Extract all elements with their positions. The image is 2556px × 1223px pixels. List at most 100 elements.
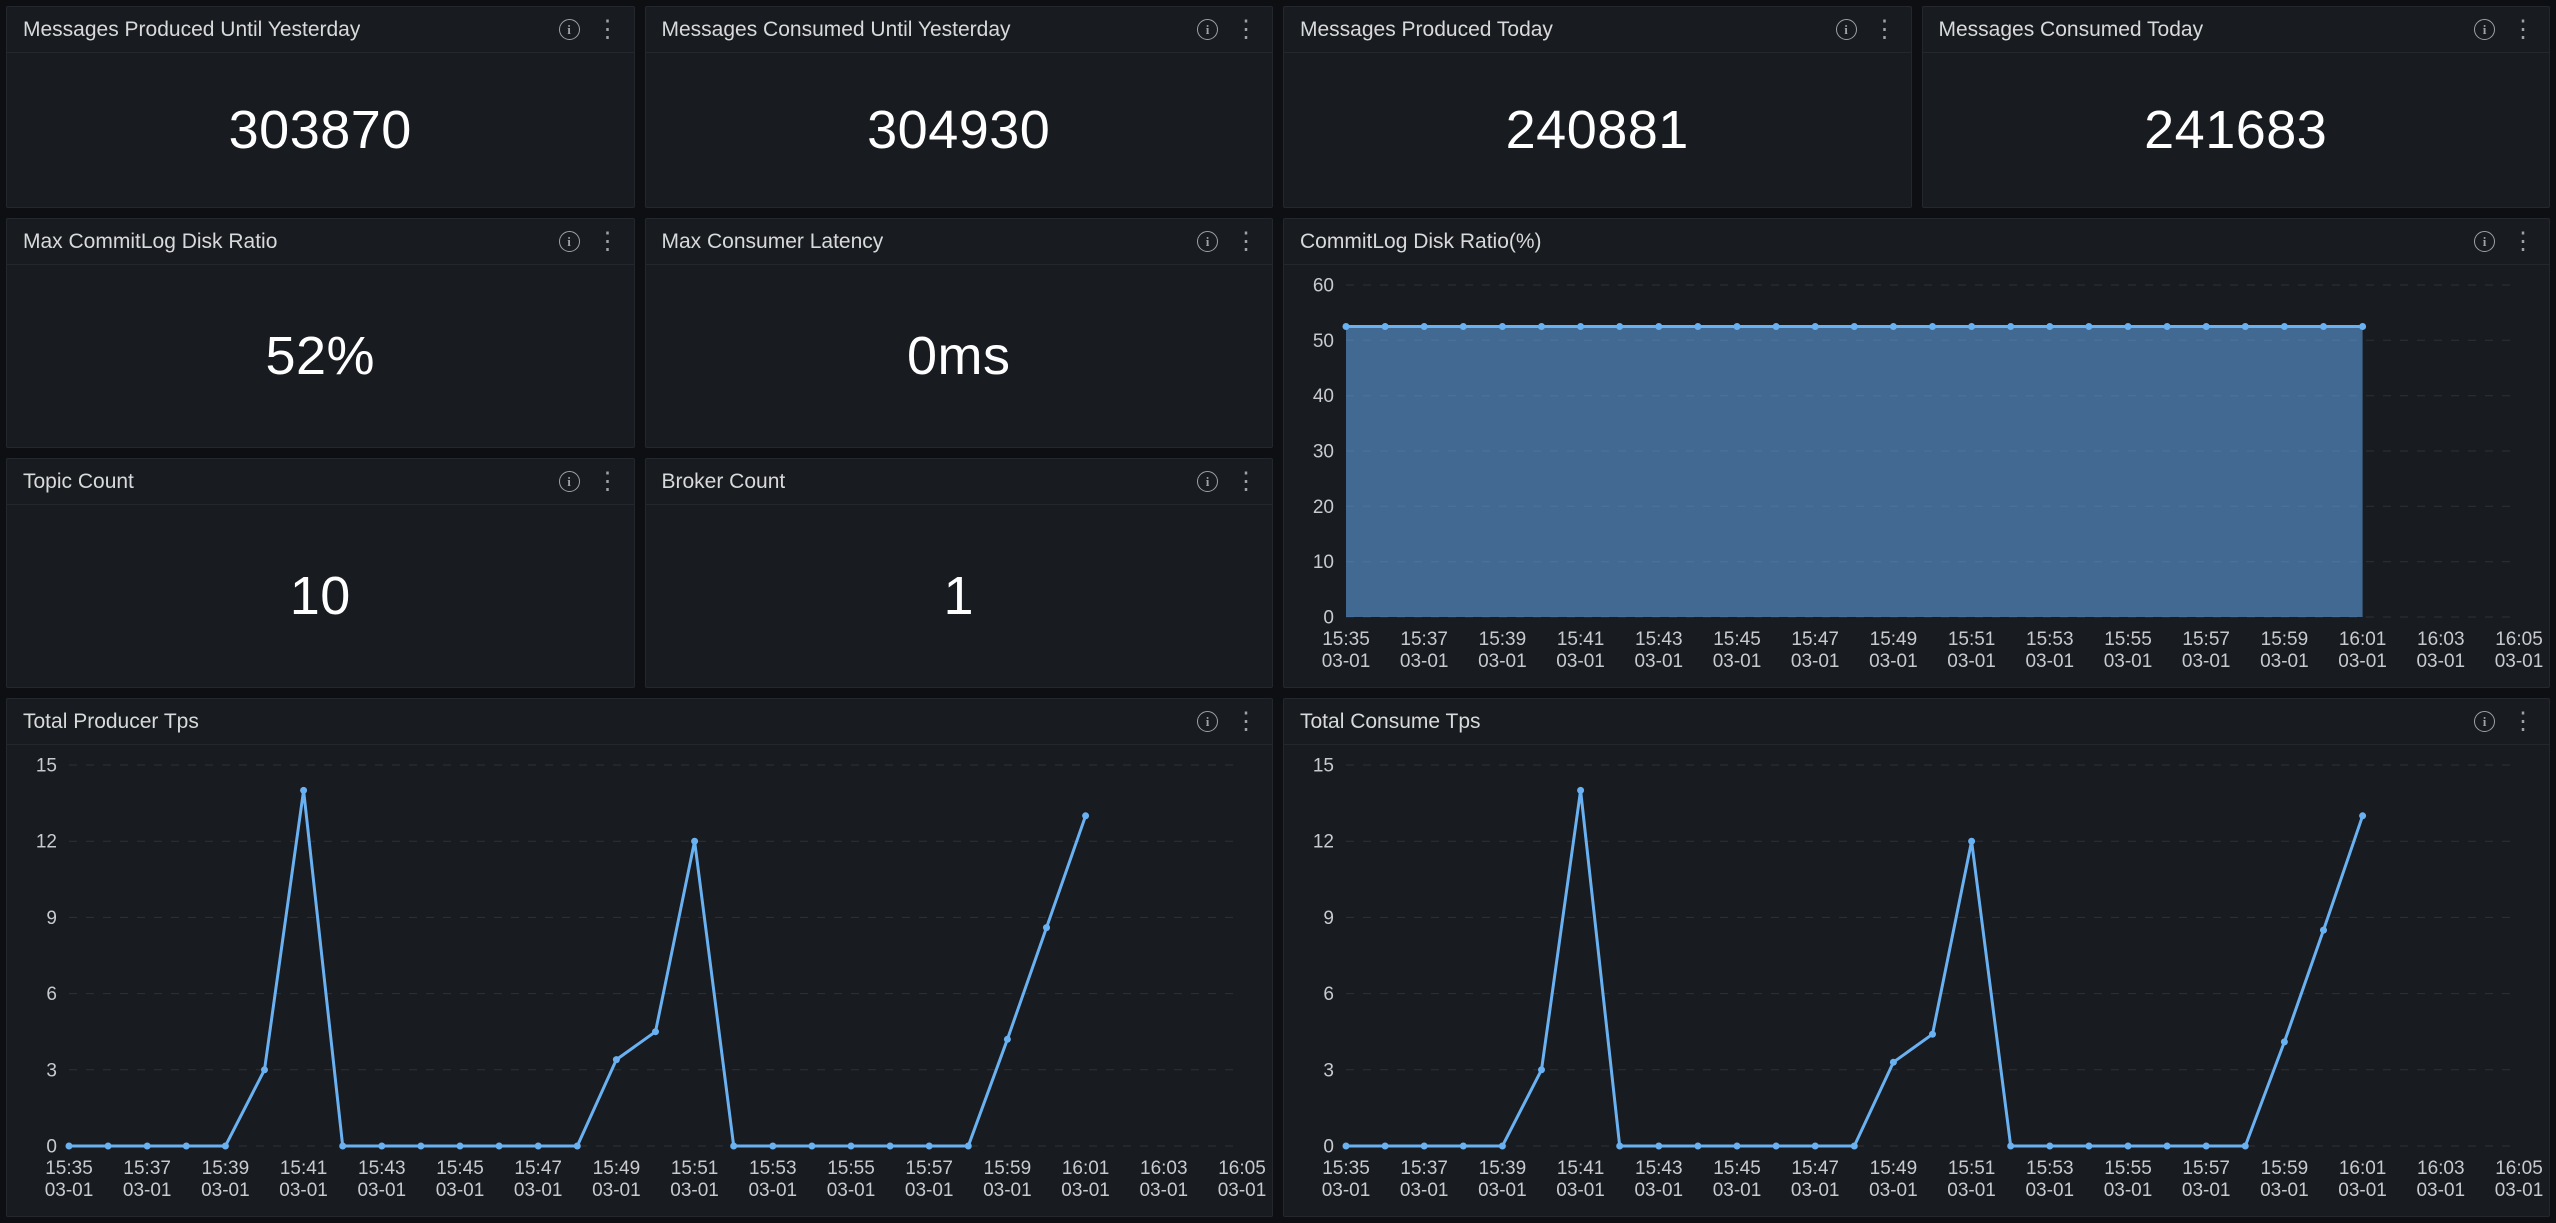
panel-menu-icon[interactable]: ⋮	[1873, 18, 1897, 42]
svg-text:16:0303-01: 16:0303-01	[2416, 1158, 2465, 1201]
panel-title[interactable]: Messages Produced Today	[1300, 18, 1553, 42]
total-consume-tps-chart[interactable]: 0369121515:3503-0115:3703-0115:3903-0115…	[1288, 747, 2545, 1212]
svg-text:15:4303-01: 15:4303-01	[357, 1158, 406, 1201]
svg-text:15: 15	[36, 756, 57, 777]
panel-title[interactable]: Broker Count	[662, 470, 786, 494]
svg-text:3: 3	[1323, 1060, 1334, 1081]
panel-menu-icon[interactable]: ⋮	[2511, 18, 2535, 42]
stat-panel-max-consumer-latency: Max Consumer Latency i ⋮ 0ms	[645, 218, 1274, 448]
svg-text:15:4103-01: 15:4103-01	[1556, 629, 1605, 672]
info-icon[interactable]: i	[1836, 19, 1857, 40]
svg-text:16:0303-01: 16:0303-01	[2416, 629, 2465, 672]
panel-menu-icon[interactable]: ⋮	[1234, 710, 1258, 734]
panel-header: Messages Produced Today i ⋮	[1284, 7, 1911, 53]
panel-menu-icon[interactable]: ⋮	[2511, 710, 2535, 734]
panel-title[interactable]: Max Consumer Latency	[662, 230, 884, 254]
chart-panel-commitlog-disk-ratio: CommitLog Disk Ratio(%) i ⋮ 010203040506…	[1283, 218, 2550, 688]
svg-text:40: 40	[1313, 386, 1334, 407]
info-icon[interactable]: i	[1197, 231, 1218, 252]
info-icon[interactable]: i	[2474, 19, 2495, 40]
svg-text:15:5503-01: 15:5503-01	[2104, 1158, 2153, 1201]
panel-header: CommitLog Disk Ratio(%) i ⋮	[1284, 219, 2549, 265]
panel-title[interactable]: Messages Consumed Until Yesterday	[662, 18, 1011, 42]
panel-title[interactable]: CommitLog Disk Ratio(%)	[1300, 230, 1542, 254]
panel-title[interactable]: Total Consume Tps	[1300, 710, 1481, 734]
svg-text:0: 0	[46, 1137, 57, 1158]
chart-body: 0369121515:3503-0115:3703-0115:3903-0115…	[7, 745, 1272, 1216]
panel-title[interactable]: Messages Consumed Today	[1939, 18, 2204, 42]
svg-text:30: 30	[1313, 442, 1334, 463]
panel-actions: i ⋮	[2474, 710, 2535, 734]
info-icon[interactable]: i	[1197, 711, 1218, 732]
panel-menu-icon[interactable]: ⋮	[1234, 230, 1258, 254]
panel-menu-icon[interactable]: ⋮	[596, 18, 620, 42]
svg-text:15:3503-01: 15:3503-01	[1322, 1158, 1371, 1201]
stat-value: 10	[290, 565, 351, 627]
svg-text:16:0103-01: 16:0103-01	[2338, 629, 2387, 672]
info-icon[interactable]: i	[1197, 19, 1218, 40]
svg-text:15:4303-01: 15:4303-01	[1634, 629, 1683, 672]
svg-text:15:4103-01: 15:4103-01	[1556, 1158, 1605, 1201]
panel-actions: i ⋮	[559, 470, 620, 494]
panel-header: Max Consumer Latency i ⋮	[646, 219, 1273, 265]
svg-text:15:4903-01: 15:4903-01	[1869, 629, 1918, 672]
info-icon[interactable]: i	[1197, 471, 1218, 492]
svg-text:15:5903-01: 15:5903-01	[2260, 629, 2309, 672]
panel-header: Messages Consumed Until Yesterday i ⋮	[646, 7, 1273, 53]
stat-value: 0ms	[907, 325, 1011, 387]
panel-title[interactable]: Max CommitLog Disk Ratio	[23, 230, 277, 254]
svg-text:15:3503-01: 15:3503-01	[45, 1158, 94, 1201]
svg-text:15:4703-01: 15:4703-01	[514, 1158, 563, 1201]
svg-text:15:3903-01: 15:3903-01	[1478, 1158, 1527, 1201]
info-icon[interactable]: i	[2474, 711, 2495, 732]
stat-panel-max-commitlog-disk-ratio: Max CommitLog Disk Ratio i ⋮ 52%	[6, 218, 635, 448]
svg-text:16:0503-01: 16:0503-01	[2495, 1158, 2544, 1201]
panel-header: Total Producer Tps i ⋮	[7, 699, 1272, 745]
metrics-dashboard: Messages Produced Until Yesterday i ⋮ 30…	[0, 0, 2556, 1223]
stat-body: 240881	[1284, 53, 1911, 207]
svg-text:15:4503-01: 15:4503-01	[1713, 629, 1762, 672]
stat-body: 241683	[1923, 53, 2550, 207]
chart-body: 010203040506015:3503-0115:3703-0115:3903…	[1284, 265, 2549, 687]
stat-body: 52%	[7, 265, 634, 447]
svg-text:6: 6	[1323, 984, 1334, 1005]
svg-text:0: 0	[1323, 608, 1334, 629]
stat-value: 303870	[229, 99, 412, 161]
svg-text:16:0103-01: 16:0103-01	[2338, 1158, 2387, 1201]
panel-menu-icon[interactable]: ⋮	[1234, 18, 1258, 42]
panel-actions: i ⋮	[1197, 470, 1258, 494]
svg-text:15:3703-01: 15:3703-01	[123, 1158, 172, 1201]
panel-title[interactable]: Topic Count	[23, 470, 134, 494]
panel-actions: i ⋮	[2474, 230, 2535, 254]
commitlog-disk-ratio-chart[interactable]: 010203040506015:3503-0115:3703-0115:3903…	[1288, 267, 2545, 683]
panel-title[interactable]: Total Producer Tps	[23, 710, 199, 734]
svg-text:15:4703-01: 15:4703-01	[1791, 629, 1840, 672]
panel-menu-icon[interactable]: ⋮	[2511, 230, 2535, 254]
panel-menu-icon[interactable]: ⋮	[1234, 470, 1258, 494]
info-icon[interactable]: i	[559, 19, 580, 40]
svg-text:15:3703-01: 15:3703-01	[1400, 629, 1449, 672]
chart-panel-total-producer-tps: Total Producer Tps i ⋮ 0369121515:3503-0…	[6, 698, 1273, 1217]
svg-text:50: 50	[1313, 331, 1334, 352]
svg-text:15:5503-01: 15:5503-01	[2104, 629, 2153, 672]
info-icon[interactable]: i	[559, 231, 580, 252]
panel-actions: i ⋮	[1197, 18, 1258, 42]
stat-panel-messages-consumed-today: Messages Consumed Today i ⋮ 241683	[1922, 6, 2551, 208]
svg-text:6: 6	[46, 984, 57, 1005]
panel-menu-icon[interactable]: ⋮	[596, 470, 620, 494]
stat-panel-broker-count: Broker Count i ⋮ 1	[645, 458, 1274, 688]
total-producer-tps-chart[interactable]: 0369121515:3503-0115:3703-0115:3903-0115…	[11, 747, 1268, 1212]
chart-body: 0369121515:3503-0115:3703-0115:3903-0115…	[1284, 745, 2549, 1216]
stat-body: 0ms	[646, 265, 1273, 447]
info-icon[interactable]: i	[559, 471, 580, 492]
info-icon[interactable]: i	[2474, 231, 2495, 252]
stat-body: 304930	[646, 53, 1273, 207]
svg-text:16:0103-01: 16:0103-01	[1061, 1158, 1110, 1201]
panel-actions: i ⋮	[559, 230, 620, 254]
svg-text:15:4703-01: 15:4703-01	[1791, 1158, 1840, 1201]
panel-title[interactable]: Messages Produced Until Yesterday	[23, 18, 360, 42]
panel-menu-icon[interactable]: ⋮	[596, 230, 620, 254]
panel-actions: i ⋮	[1197, 230, 1258, 254]
stat-panel-messages-produced-today: Messages Produced Today i ⋮ 240881	[1283, 6, 1912, 208]
panel-header: Broker Count i ⋮	[646, 459, 1273, 505]
